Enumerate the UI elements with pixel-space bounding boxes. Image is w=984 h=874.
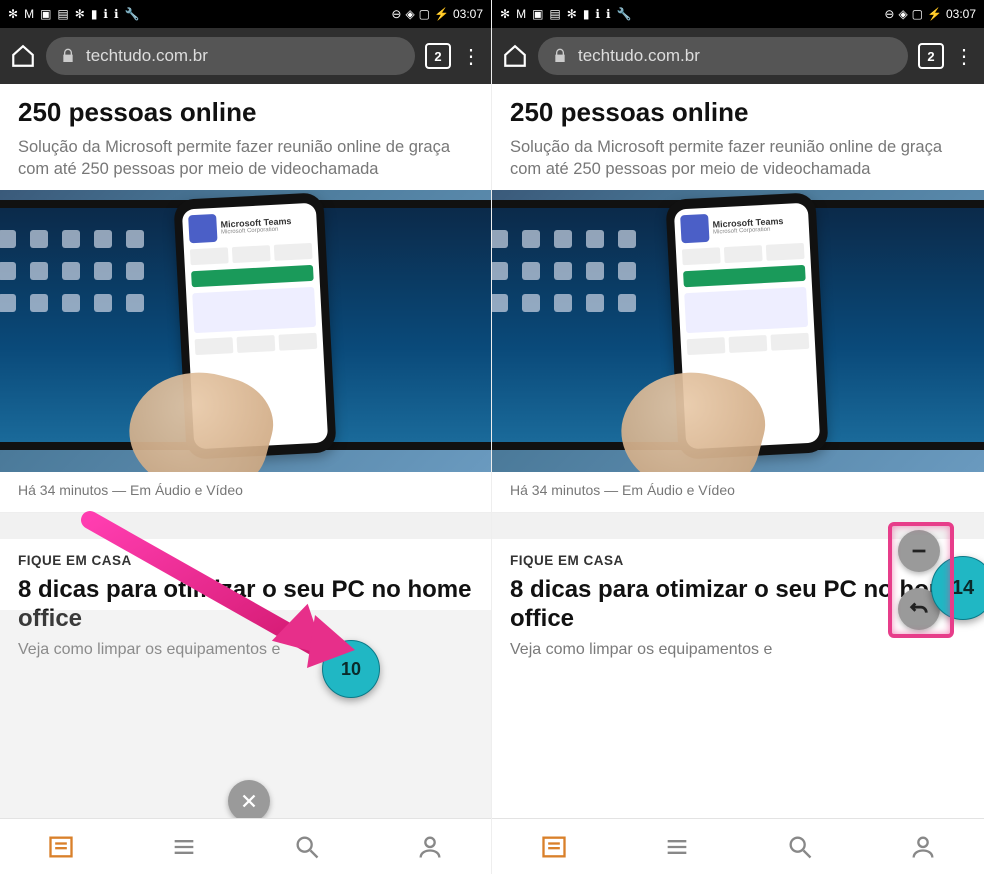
dnd-icon: ⊖ bbox=[884, 7, 894, 21]
menu-icon[interactable]: ⋮ bbox=[954, 44, 974, 69]
status-bar: ✻ M ▣ ▤ ✻ ▮ ℹ ℹ 🔧 ⊖ ◈ ▢ ⚡ 03:07 bbox=[492, 0, 984, 28]
right-screenshot: ✻ M ▣ ▤ ✻ ▮ ℹ ℹ 🔧 ⊖ ◈ ▢ ⚡ 03:07 techtudo… bbox=[492, 0, 984, 874]
key-icon: ℹ bbox=[114, 7, 119, 21]
wrench-icon: 🔧 bbox=[125, 7, 140, 21]
search-icon[interactable] bbox=[786, 833, 814, 861]
menu-icon[interactable]: ⋮ bbox=[461, 44, 481, 69]
status-icon: ✻ bbox=[8, 7, 18, 21]
headline: 250 pessoas online bbox=[18, 98, 473, 128]
headline-2: 8 dicas para otimizar o seu PC no home o… bbox=[18, 576, 473, 633]
annotation-highlight bbox=[888, 522, 954, 638]
menu-list-icon[interactable] bbox=[663, 833, 691, 861]
signal-icon: ▢ bbox=[419, 7, 430, 21]
news-icon[interactable] bbox=[47, 833, 75, 861]
left-screenshot: ✻ M ▣ ▤ ✻ ▮ ℹ ℹ 🔧 ⊖ ◈ ▢ ⚡ 03:07 techtudo… bbox=[0, 0, 492, 874]
status-icon: ✻ bbox=[500, 7, 510, 21]
sd-icon: ▮ bbox=[583, 7, 590, 21]
article-2-subtitle: Veja como limpar os equipamentos e bbox=[510, 641, 966, 659]
sd-icon: ▮ bbox=[91, 7, 98, 21]
clock-text: 03:07 bbox=[453, 7, 483, 21]
bottom-nav bbox=[0, 818, 491, 874]
url-text: techtudo.com.br bbox=[86, 46, 208, 66]
lock-icon bbox=[60, 48, 76, 64]
headline: 250 pessoas online bbox=[510, 98, 966, 128]
tab-switcher[interactable]: 2 bbox=[918, 43, 944, 69]
profile-icon[interactable] bbox=[909, 833, 937, 861]
wifi-icon: ◈ bbox=[405, 7, 414, 21]
calendar-icon: ▤ bbox=[57, 7, 68, 21]
signal-icon: ▢ bbox=[912, 7, 923, 21]
status-icon: ▣ bbox=[532, 7, 543, 21]
news-icon[interactable] bbox=[540, 833, 568, 861]
lock-icon bbox=[552, 48, 568, 64]
profile-icon[interactable] bbox=[416, 833, 444, 861]
article-subtitle: Solução da Microsoft permite fazer reuni… bbox=[18, 136, 473, 181]
floating-bubble[interactable]: 10 bbox=[322, 640, 380, 698]
browser-toolbar: techtudo.com.br 2 ⋮ bbox=[492, 28, 984, 84]
kicker: FIQUE EM CASA bbox=[18, 553, 473, 568]
address-bar[interactable]: techtudo.com.br bbox=[46, 37, 415, 75]
key-icon: ℹ bbox=[103, 7, 108, 21]
article-meta: Há 34 minutos — Em Áudio e Vídeo bbox=[0, 472, 491, 513]
page-content[interactable]: 250 pessoas online Solução da Microsoft … bbox=[0, 84, 491, 667]
gmail-icon: M bbox=[516, 7, 526, 21]
article-2-subtitle: Veja como limpar os equipamentos e bbox=[18, 641, 473, 659]
battery-icon: ⚡ bbox=[927, 7, 942, 21]
tab-switcher[interactable]: 2 bbox=[425, 43, 451, 69]
browser-toolbar: techtudo.com.br 2 ⋮ bbox=[0, 28, 491, 84]
article-image[interactable]: Microsoft TeamsMicrosoft Corporation bbox=[492, 190, 984, 472]
home-icon[interactable] bbox=[10, 43, 36, 69]
url-text: techtudo.com.br bbox=[578, 46, 700, 66]
bottom-nav bbox=[492, 818, 984, 874]
search-icon[interactable] bbox=[293, 833, 321, 861]
key-icon: ℹ bbox=[595, 7, 600, 21]
status-icon: ✻ bbox=[75, 7, 85, 21]
calendar-icon: ▤ bbox=[549, 7, 560, 21]
article-1[interactable]: 250 pessoas online Solução da Microsoft … bbox=[0, 84, 491, 190]
article-2[interactable]: FIQUE EM CASA 8 dicas para otimizar o se… bbox=[0, 539, 491, 667]
article-1[interactable]: 250 pessoas online Solução da Microsoft … bbox=[492, 84, 984, 190]
home-icon[interactable] bbox=[502, 43, 528, 69]
close-icon bbox=[238, 790, 260, 812]
key-icon: ℹ bbox=[606, 7, 611, 21]
wifi-icon: ◈ bbox=[898, 7, 907, 21]
separator bbox=[0, 513, 491, 539]
menu-list-icon[interactable] bbox=[170, 833, 198, 861]
gmail-icon: M bbox=[24, 7, 34, 21]
wrench-icon: 🔧 bbox=[617, 7, 632, 21]
status-icon: ✻ bbox=[567, 7, 577, 21]
remove-target-button[interactable] bbox=[228, 780, 270, 822]
address-bar[interactable]: techtudo.com.br bbox=[538, 37, 908, 75]
battery-icon: ⚡ bbox=[434, 7, 449, 21]
clock-text: 03:07 bbox=[946, 7, 976, 21]
article-image[interactable]: Microsoft TeamsMicrosoft Corporation bbox=[0, 190, 491, 472]
article-meta: Há 34 minutos — Em Áudio e Vídeo bbox=[492, 472, 984, 513]
status-bar: ✻ M ▣ ▤ ✻ ▮ ℹ ℹ 🔧 ⊖ ◈ ▢ ⚡ 03:07 bbox=[0, 0, 491, 28]
dnd-icon: ⊖ bbox=[391, 7, 401, 21]
article-subtitle: Solução da Microsoft permite fazer reuni… bbox=[510, 136, 966, 181]
status-icon: ▣ bbox=[40, 7, 51, 21]
